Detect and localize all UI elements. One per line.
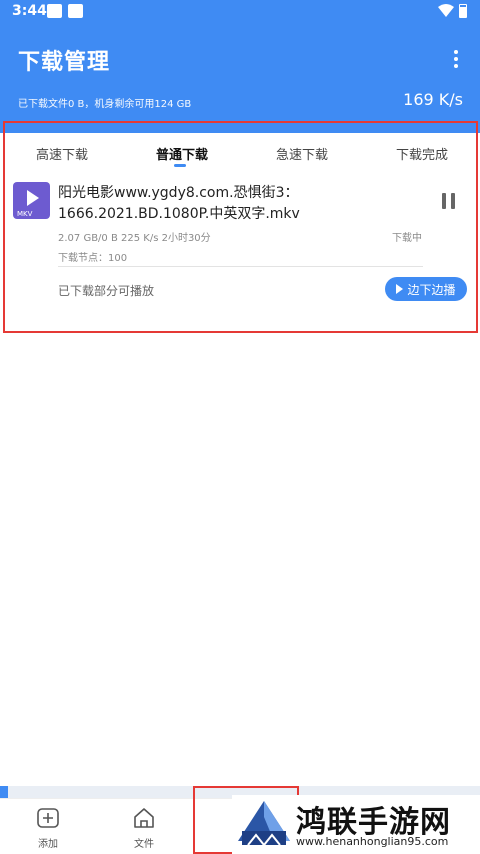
nav-files[interactable]: 文件	[119, 807, 169, 850]
active-tab-indicator	[174, 164, 186, 167]
home-icon	[134, 808, 154, 828]
nav-add[interactable]: 添加	[23, 807, 73, 850]
file-type-label: MKV	[17, 210, 33, 218]
status-bar: 3:44	[0, 0, 480, 24]
add-file-icon	[37, 808, 59, 828]
tab-high-speed[interactable]: 高速下载	[36, 144, 88, 163]
page-title: 下载管理	[18, 50, 111, 75]
video-file-icon: MKV	[13, 182, 50, 219]
watermark-url: www.henanhonglian95.com	[296, 835, 449, 848]
tab-express[interactable]: 急速下载	[276, 144, 328, 163]
notification-icon	[47, 4, 62, 18]
pause-icon[interactable]	[442, 193, 456, 209]
play-icon	[396, 284, 404, 294]
notification-icon	[68, 4, 83, 18]
divider	[58, 266, 423, 267]
nav-add-label: 添加	[38, 839, 58, 850]
download-tabs: 高速下载 普通下载 急速下载 下载完成	[0, 133, 480, 173]
download-speed: 169 K/s	[403, 90, 463, 109]
download-meta: 2.07 GB/0 B 225 K/s 2小时30分	[58, 233, 211, 244]
download-status: 下载中	[392, 233, 422, 244]
watermark: 鸿联手游网 www.henanhonglian95.com	[232, 795, 480, 854]
play-button-label: 边下边播	[407, 282, 456, 297]
tab-normal[interactable]: 普通下载	[156, 144, 208, 163]
wifi-icon	[438, 4, 454, 17]
tab-completed[interactable]: 下载完成	[396, 144, 448, 163]
battery-icon	[459, 4, 467, 18]
play-while-downloading-button[interactable]: 边下边播	[385, 277, 467, 301]
file-name: 阳光电影www.ygdy8.com.恐惧街3：1666.2021.BD.1080…	[58, 185, 300, 222]
download-item[interactable]: MKV 阳光电影www.ygdy8.com.恐惧街3：1666.2021.BD.…	[0, 173, 480, 323]
download-nodes: 下载节点：100	[58, 253, 128, 264]
app-header: 3:44 下载管理 已下载文件0 B，机身剩余可用124 GB 169 K/s	[0, 0, 480, 133]
status-time: 3:44	[12, 3, 47, 19]
more-options-icon[interactable]	[449, 50, 463, 72]
progress-fill	[0, 786, 8, 798]
partial-play-note: 已下载部分可播放	[58, 284, 155, 298]
storage-summary: 已下载文件0 B，机身剩余可用124 GB	[18, 99, 192, 110]
nav-files-label: 文件	[134, 839, 154, 850]
watermark-logo-icon	[238, 801, 290, 847]
